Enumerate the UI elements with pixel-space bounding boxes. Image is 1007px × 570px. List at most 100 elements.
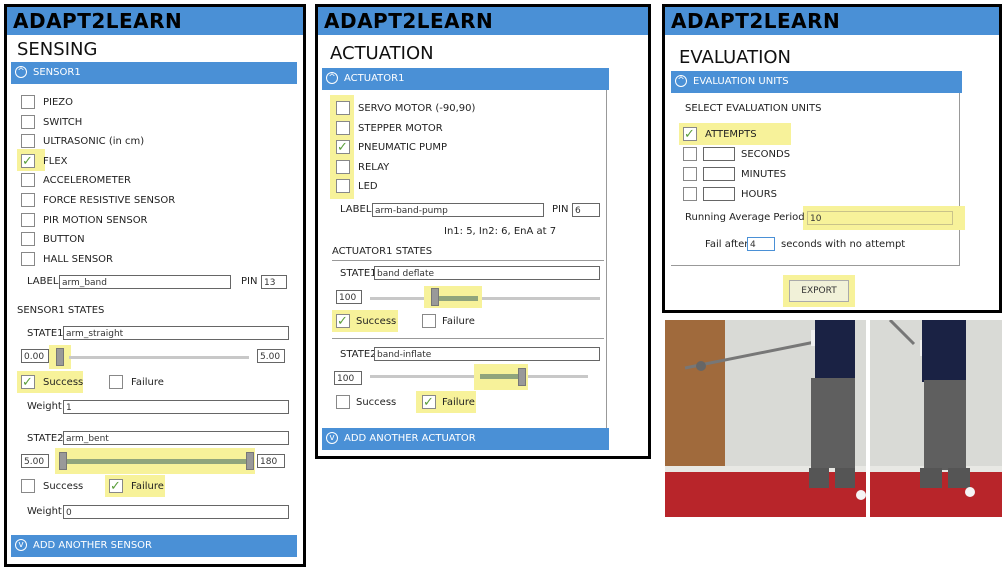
state1-success-checkbox[interactable]: ✓ bbox=[21, 375, 35, 390]
running-average-field[interactable]: 10 bbox=[807, 211, 953, 225]
sensor-option-4-checkbox[interactable] bbox=[21, 173, 35, 188]
state1-slider-thumb[interactable] bbox=[431, 288, 439, 306]
page-title: SENSING bbox=[17, 39, 98, 60]
pin-caption: PIN bbox=[552, 204, 569, 215]
state1-success-label: Success bbox=[356, 316, 397, 327]
state2-slider-thumb-high[interactable] bbox=[246, 452, 254, 470]
sensor-option-8-label: HALL SENSOR bbox=[43, 253, 113, 265]
state2-failure-label: Failure bbox=[442, 397, 475, 408]
chevron-down-icon: v bbox=[15, 539, 27, 551]
state2-failure-checkbox[interactable]: ✓ bbox=[422, 395, 436, 410]
state2-value-field[interactable]: 100 bbox=[334, 371, 362, 385]
unit-option-1-checkbox[interactable] bbox=[683, 147, 697, 161]
actuator1-header[interactable]: ^ ACTUATOR1 bbox=[322, 68, 609, 90]
check-icon: ✓ bbox=[337, 314, 348, 329]
state1-success-checkbox[interactable]: ✓ bbox=[336, 314, 350, 329]
chevron-up-icon: ^ bbox=[326, 72, 338, 84]
unit-option-1-label: SECONDS bbox=[741, 149, 791, 160]
state1-name-field[interactable]: arm_straight bbox=[63, 326, 289, 340]
sensor1-header[interactable]: ^ SENSOR1 bbox=[11, 62, 297, 84]
unit-option-3-checkbox[interactable] bbox=[683, 187, 697, 201]
check-icon: ✓ bbox=[22, 153, 33, 169]
state1-failure-checkbox[interactable] bbox=[109, 375, 123, 389]
app-title: ADAPT2LEARN bbox=[7, 7, 303, 35]
person-arm-straight-image bbox=[665, 320, 866, 517]
fail-after-suffix: seconds with no attempt bbox=[781, 239, 906, 250]
unit-option-0-label: ATTEMPTS bbox=[705, 129, 757, 140]
state2-success-checkbox[interactable] bbox=[336, 395, 350, 409]
actuator-option-0-checkbox[interactable] bbox=[336, 101, 350, 115]
state1-min-field[interactable]: 0.00 bbox=[21, 349, 49, 363]
label-field[interactable]: arm-band-pump bbox=[372, 203, 544, 217]
check-icon: ✓ bbox=[337, 140, 348, 156]
state1-value-field[interactable]: 100 bbox=[336, 290, 362, 304]
sensor-option-6-label: PIR MOTION SENSOR bbox=[43, 214, 148, 226]
actuator-option-0-label: SERVO MOTOR (-90,90) bbox=[358, 103, 476, 114]
label-field[interactable]: arm_band bbox=[59, 275, 231, 289]
actuator-option-4-checkbox[interactable] bbox=[336, 179, 350, 194]
state2-slider-thumb-low[interactable] bbox=[59, 452, 67, 470]
divider bbox=[332, 338, 604, 339]
export-button[interactable]: EXPORT bbox=[789, 280, 849, 302]
actuator-option-3-checkbox[interactable] bbox=[336, 159, 350, 174]
state2-name-field[interactable]: arm_bent bbox=[63, 431, 289, 445]
add-sensor-label: ADD ANOTHER SENSOR bbox=[33, 540, 152, 551]
actuator-option-1-checkbox[interactable] bbox=[336, 120, 350, 135]
sensor-option-1-checkbox[interactable] bbox=[21, 114, 35, 129]
evaluation-units-header[interactable]: ^ EVALUATION UNITS bbox=[671, 71, 962, 93]
person-arm-bent-image bbox=[870, 320, 1002, 517]
sensor-option-7-checkbox[interactable] bbox=[21, 232, 35, 247]
sensor-option-5-checkbox[interactable] bbox=[21, 193, 35, 207]
fail-after-field[interactable]: 4 bbox=[747, 237, 775, 251]
select-units-caption: SELECT EVALUATION UNITS bbox=[685, 103, 822, 114]
sensor-option-6-checkbox[interactable] bbox=[21, 212, 35, 227]
app-title: ADAPT2LEARN bbox=[665, 7, 999, 35]
state1-weight-field[interactable]: 1 bbox=[63, 400, 289, 414]
state2-slider-thumb[interactable] bbox=[518, 368, 526, 386]
unit-option-1-amount-field[interactable] bbox=[703, 147, 735, 161]
actuator-option-1-label: STEPPER MOTOR bbox=[358, 122, 443, 134]
state2-weight-field[interactable]: 0 bbox=[63, 505, 289, 519]
check-icon: ✓ bbox=[423, 395, 434, 410]
evaluation-panel: ADAPT2LEARN EVALUATION ^ EVALUATION UNIT… bbox=[662, 4, 1002, 313]
state2-name-field[interactable]: band-inflate bbox=[374, 347, 600, 361]
sensor-option-4-label: ACCELEROMETER bbox=[43, 175, 131, 187]
state2-weight-caption: Weight bbox=[27, 506, 62, 517]
page-title: EVALUATION bbox=[679, 47, 792, 68]
sensing-panel: ADAPT2LEARN SENSING ^ SENSOR1 LABEL arm_… bbox=[4, 4, 306, 567]
pin-caption: PIN bbox=[241, 276, 258, 287]
actuator-option-2-label: PNEUMATIC PUMP bbox=[358, 142, 448, 154]
sensor-option-1-label: SWITCH bbox=[43, 116, 83, 128]
sensor-option-3-checkbox[interactable]: ✓ bbox=[21, 153, 35, 169]
unit-option-2-amount-field[interactable] bbox=[703, 167, 735, 181]
unit-option-3-amount-field[interactable] bbox=[703, 187, 735, 201]
section-label: EVALUATION UNITS bbox=[693, 76, 789, 87]
unit-option-2-checkbox[interactable] bbox=[683, 167, 697, 181]
pin-field[interactable]: 13 bbox=[261, 275, 287, 289]
states-heading: ACTUATOR1 STATES bbox=[332, 246, 433, 257]
add-sensor-button[interactable]: v ADD ANOTHER SENSOR bbox=[11, 535, 297, 557]
state2-success-label: Success bbox=[43, 481, 84, 492]
state1-failure-checkbox[interactable] bbox=[422, 314, 436, 328]
page-title: ACTUATION bbox=[330, 43, 434, 64]
actuator-option-2-checkbox[interactable]: ✓ bbox=[336, 140, 350, 156]
sensor-option-2-checkbox[interactable] bbox=[21, 134, 35, 149]
state1-max-field[interactable]: 5.00 bbox=[257, 349, 285, 363]
state1-slider-track[interactable] bbox=[69, 356, 249, 359]
unit-option-2-label: MINUTES bbox=[741, 169, 787, 180]
state2-failure-label: Failure bbox=[131, 481, 164, 492]
state2-min-field[interactable]: 5.00 bbox=[21, 454, 49, 468]
state1-name-field[interactable]: band deflate bbox=[374, 266, 600, 280]
state2-max-field[interactable]: 180 bbox=[257, 454, 285, 468]
state2-slider-fill bbox=[65, 459, 249, 464]
sensor-option-8-checkbox[interactable] bbox=[21, 251, 35, 266]
unit-option-0-checkbox[interactable]: ✓ bbox=[683, 127, 697, 142]
check-icon: ✓ bbox=[22, 375, 33, 390]
state2-success-checkbox[interactable] bbox=[21, 479, 35, 493]
state2-failure-checkbox[interactable]: ✓ bbox=[109, 479, 123, 494]
pin-field[interactable]: 6 bbox=[572, 203, 600, 217]
add-actuator-button[interactable]: v ADD ANOTHER ACTUATOR bbox=[322, 428, 609, 450]
sensor-option-0-checkbox[interactable] bbox=[21, 95, 35, 109]
state1-slider-track[interactable] bbox=[370, 297, 600, 300]
state1-slider-thumb[interactable] bbox=[56, 348, 64, 366]
